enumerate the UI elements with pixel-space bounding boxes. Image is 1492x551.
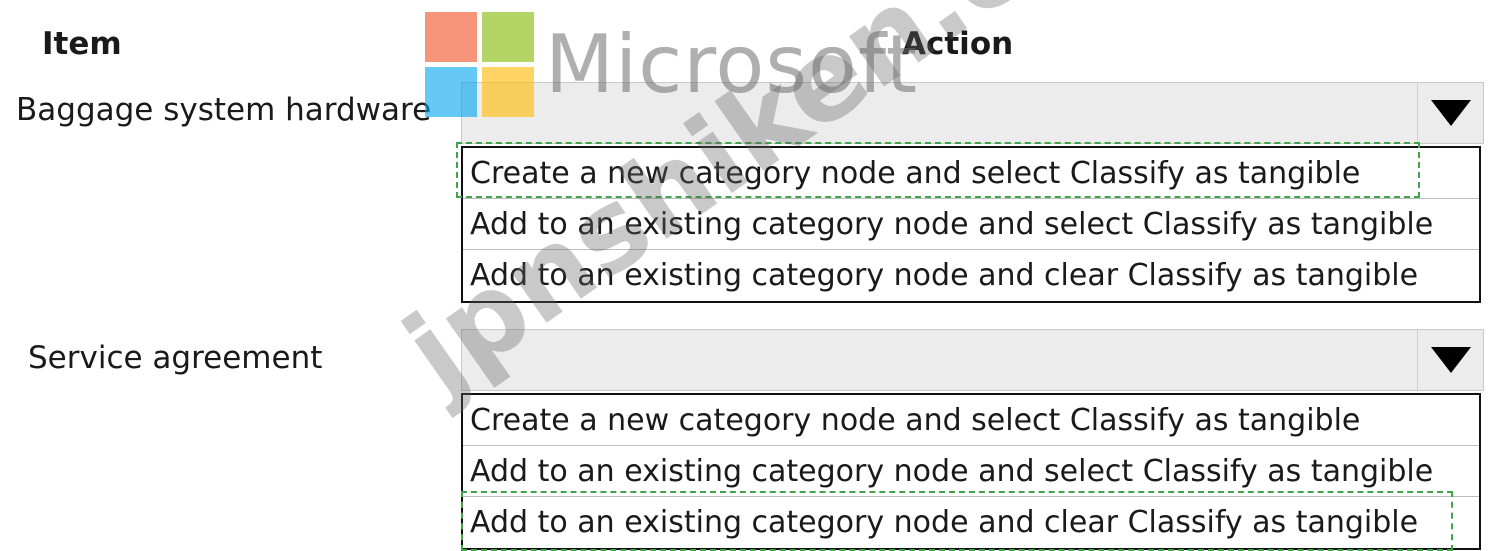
options-list-service-agreement: Create a new category node and select Cl… (461, 393, 1481, 550)
option-item[interactable]: Add to an existing category node and sel… (463, 446, 1479, 497)
dropdown-button[interactable] (1417, 330, 1483, 390)
option-item[interactable]: Add to an existing category node and cle… (463, 497, 1479, 548)
triangle-down-icon (1430, 100, 1471, 126)
item-column-header: Item (42, 26, 122, 62)
action-dropdown-service-agreement[interactable] (461, 329, 1484, 391)
option-item[interactable]: Create a new category node and select Cl… (463, 395, 1479, 446)
row-label-service-agreement: Service agreement (28, 340, 323, 376)
row-label-baggage-system-hardware: Baggage system hardware (16, 92, 432, 128)
triangle-down-icon (1430, 347, 1471, 373)
microsoft-logo-icon (425, 12, 537, 118)
dropdown-button[interactable] (1417, 83, 1483, 143)
